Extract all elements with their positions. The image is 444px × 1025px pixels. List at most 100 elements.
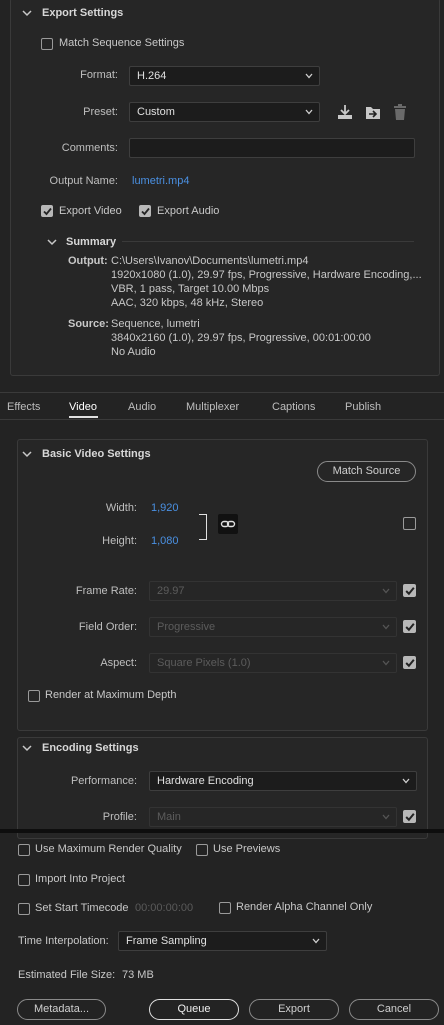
cancel-button[interactable]: Cancel	[349, 999, 439, 1020]
tab-publish[interactable]: Publish	[345, 401, 381, 413]
frame-rate-dropdown[interactable]: 29.97	[149, 581, 397, 601]
chevron-down-icon	[382, 624, 390, 630]
use-previews-checkbox[interactable]	[196, 844, 208, 856]
start-timecode-value: 00:00:00:00	[135, 902, 194, 914]
tab-video[interactable]: Video	[69, 401, 97, 413]
encoding-title: Encoding Settings	[42, 742, 139, 754]
queue-button[interactable]: Queue	[149, 999, 239, 1020]
width-label: Width:	[105, 502, 137, 514]
field-order-label: Field Order:	[78, 621, 137, 633]
performance-value: Hardware Encoding	[157, 775, 254, 787]
match-sequence-checkbox[interactable]	[41, 38, 53, 50]
summary-output-line: C:\Users\Ivanov\Documents\lumetri.mp4	[111, 255, 309, 267]
preset-dropdown[interactable]: Custom	[129, 102, 320, 122]
match-sequence-label: Match Sequence Settings	[59, 37, 185, 49]
profile-dropdown[interactable]: Main	[149, 807, 397, 827]
summary-divider	[122, 241, 414, 242]
export-video-checkbox[interactable]	[41, 205, 53, 217]
chevron-down-icon	[382, 660, 390, 666]
field-order-value: Progressive	[157, 621, 216, 633]
link-chain-icon	[220, 520, 236, 528]
render-max-depth-checkbox[interactable]	[28, 690, 40, 702]
field-order-match-checkbox[interactable]	[403, 620, 416, 633]
format-label: Format:	[80, 69, 118, 81]
width-value[interactable]: 1,920	[151, 502, 179, 514]
summary-output-line: AAC, 320 kbps, 48 kHz, Stereo	[111, 297, 264, 309]
tabs-bottom-divider	[0, 419, 444, 420]
match-source-button[interactable]: Match Source	[317, 461, 416, 482]
preset-label: Preset:	[83, 106, 118, 118]
use-previews-label: Use Previews	[213, 843, 281, 855]
frame-rate-match-checkbox[interactable]	[403, 584, 416, 597]
import-into-project-checkbox[interactable]	[18, 874, 30, 886]
time-interpolation-dropdown[interactable]: Frame Sampling	[118, 931, 327, 951]
summary-collapse-chevron-icon[interactable]	[47, 238, 57, 246]
chevron-down-icon	[305, 73, 313, 79]
checkmark-icon	[405, 813, 415, 822]
max-render-quality-checkbox[interactable]	[18, 844, 30, 856]
summary-source-line: No Audio	[111, 346, 156, 358]
set-start-timecode-checkbox[interactable]	[18, 903, 30, 915]
export-settings-title: Export Settings	[42, 7, 124, 19]
performance-label: Performance:	[70, 775, 137, 787]
export-audio-checkbox[interactable]	[139, 205, 151, 217]
estimated-size-label: Estimated File Size:	[18, 969, 116, 981]
summary-source-line: 3840x2160 (1.0), 29.97 fps, Progressive,…	[111, 332, 371, 344]
delete-preset-icon[interactable]	[392, 103, 408, 121]
checkmark-icon	[405, 587, 415, 596]
tab-multiplexer[interactable]: Multiplexer	[186, 401, 239, 413]
aspect-link-bracket	[199, 514, 207, 540]
encoding-collapse-chevron-icon[interactable]	[22, 744, 32, 752]
format-value: H.264	[137, 70, 167, 82]
chevron-down-icon	[382, 814, 390, 820]
bottom-divider	[0, 829, 444, 833]
set-start-timecode-label: Set Start Timecode	[35, 902, 129, 914]
time-interpolation-label: Time Interpolation:	[18, 935, 109, 947]
summary-output-line: 1920x1080 (1.0), 29.97 fps, Progressive,…	[111, 269, 422, 281]
chevron-down-icon	[402, 778, 410, 784]
override-size-checkbox[interactable]	[403, 517, 416, 530]
profile-label: Profile:	[102, 811, 137, 823]
checkmark-icon	[405, 623, 415, 632]
summary-output-line: VBR, 1 pass, Target 10.00 Mbps	[111, 283, 270, 295]
tab-effects[interactable]: Effects	[7, 401, 40, 413]
metadata-button[interactable]: Metadata...	[17, 999, 106, 1020]
profile-match-checkbox[interactable]	[403, 810, 416, 823]
tab-captions[interactable]: Captions	[272, 401, 315, 413]
preset-value: Custom	[137, 106, 175, 118]
aspect-dropdown[interactable]: Square Pixels (1.0)	[149, 653, 397, 673]
checkmark-icon	[43, 207, 52, 216]
tab-audio[interactable]: Audio	[128, 401, 156, 413]
export-audio-label: Export Audio	[157, 205, 220, 217]
summary-source-label: Source:	[68, 318, 109, 330]
output-name-link[interactable]: lumetri.mp4	[132, 175, 189, 187]
import-preset-icon[interactable]	[364, 103, 382, 121]
estimated-size-value: 73 MB	[122, 969, 154, 981]
time-interpolation-value: Frame Sampling	[126, 935, 207, 947]
frame-rate-value: 29.97	[157, 585, 185, 597]
field-order-dropdown[interactable]: Progressive	[149, 617, 397, 637]
aspect-match-checkbox[interactable]	[403, 656, 416, 669]
comments-label: Comments:	[61, 142, 118, 154]
max-render-quality-label: Use Maximum Render Quality	[35, 843, 182, 855]
render-alpha-label: Render Alpha Channel Only	[236, 901, 373, 913]
tabs-top-divider	[0, 392, 444, 393]
export-button[interactable]: Export	[249, 999, 339, 1020]
height-value[interactable]: 1,080	[151, 535, 179, 547]
output-name-label: Output Name:	[49, 175, 118, 187]
render-alpha-checkbox[interactable]	[219, 902, 231, 914]
comments-input[interactable]	[129, 138, 415, 158]
profile-value: Main	[157, 811, 181, 823]
summary-title: Summary	[66, 236, 117, 248]
height-label: Height:	[102, 535, 137, 547]
import-into-project-label: Import Into Project	[35, 873, 125, 885]
performance-dropdown[interactable]: Hardware Encoding	[149, 771, 417, 791]
basic-video-collapse-chevron-icon[interactable]	[22, 450, 32, 458]
save-preset-icon[interactable]	[336, 103, 354, 121]
basic-video-title: Basic Video Settings	[42, 448, 151, 460]
checkmark-icon	[405, 659, 415, 668]
constrain-proportions-button[interactable]	[218, 514, 238, 534]
format-dropdown[interactable]: H.264	[129, 66, 320, 86]
export-settings-collapse-chevron-icon[interactable]	[22, 9, 32, 17]
chevron-down-icon	[305, 109, 313, 115]
